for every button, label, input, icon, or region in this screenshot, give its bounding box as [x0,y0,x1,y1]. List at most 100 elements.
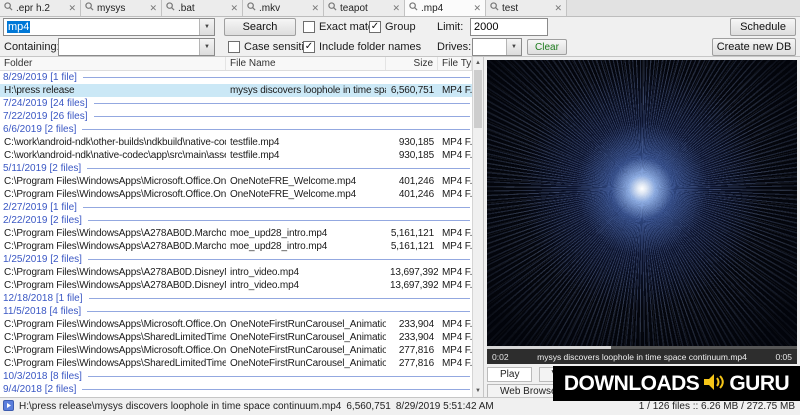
cell-folder: C:\Program Files\WindowsApps\SharedLimit… [4,332,226,343]
tab-bar: .epr h.2 ✕ mysys ✕ .bat ✕ .mkv ✕ teapot … [0,0,800,17]
cell-filename: intro_video.mp4 [230,267,299,278]
checkbox-box[interactable] [303,21,315,33]
tab-close-icon[interactable]: ✕ [554,3,562,13]
search-tab[interactable]: mysys ✕ [81,0,162,16]
cell-filetype: MP4 F... [442,241,472,252]
file-row[interactable]: C:\Program Files\WindowsApps\Microsoft.O… [0,318,472,331]
cell-folder: C:\Program Files\WindowsApps\A278AB0D.Di… [4,280,226,291]
search-tab-icon [409,2,418,14]
list-scrollbar[interactable]: ▲ ▼ [472,57,484,397]
search-tab[interactable]: .mp4 ✕ [405,0,486,16]
video-title: mysys discovers loophole in time space c… [537,351,747,362]
group-divider-line [82,207,470,208]
date-group-row[interactable]: 6/6/2019 [2 files] [0,123,472,136]
file-row[interactable]: C:\Program Files\WindowsApps\A278AB0D.Di… [0,279,472,292]
date-group-row[interactable]: 2/27/2019 [1 file] [0,201,472,214]
file-list-header: Folder File Name Size File Ty [0,57,472,71]
search-input[interactable]: mp4 ▼ [3,18,215,36]
scrollbar-thumb[interactable] [474,70,482,128]
tab-close-icon[interactable]: ✕ [392,3,400,13]
file-row[interactable]: C:\work\android-ndk\other-builds\ndkbuil… [0,136,472,149]
limit-input[interactable] [470,18,548,36]
include-folder-names-checkbox[interactable]: Include folder names [303,37,421,57]
cell-filename: OneNoteFirstRunCarousel_Animation1.mp4 [230,332,386,343]
file-row[interactable]: C:\Program Files\WindowsApps\Microsoft.O… [0,344,472,357]
cell-size: 6,560,751 [390,85,434,96]
group-divider-line [88,298,470,299]
tab-close-icon[interactable]: ✕ [311,3,319,13]
checkbox-box[interactable] [228,41,240,53]
column-header-filetype[interactable]: File Ty [438,57,472,70]
cell-filetype: MP4 F... [442,137,472,148]
toolbar-row-1: mp4 ▼ Search Exact match Group Limit: Sc… [0,17,800,37]
video-preview[interactable] [487,60,797,346]
column-header-folder[interactable]: Folder [0,57,226,70]
file-row[interactable]: C:\Program Files\WindowsApps\A278AB0D.Ma… [0,240,472,253]
group-divider-line [87,168,470,169]
chevron-down-icon[interactable]: ▼ [506,39,521,55]
cell-size: 5,161,121 [390,241,434,252]
chevron-down-icon[interactable]: ▼ [199,39,214,55]
search-tab[interactable]: teapot ✕ [324,0,405,16]
drives-select[interactable]: ▼ [472,38,522,56]
date-group-row[interactable]: 2/22/2019 [2 files] [0,214,472,227]
create-new-db-button[interactable]: Create new DB [712,38,796,56]
tab-close-icon[interactable]: ✕ [68,3,76,13]
checkbox-box[interactable] [369,21,381,33]
status-counts: 1 / 126 files :: 6.26 MB / 272.75 MB [638,401,795,412]
cell-filetype: MP4 F... [442,228,472,239]
date-group-row[interactable]: 8/29/2019 [1 file] [0,71,472,84]
containing-input[interactable]: ▼ [58,38,215,56]
watermark-text-guru: GURU [729,371,790,395]
file-row[interactable]: C:\Program Files\WindowsApps\A278AB0D.Di… [0,266,472,279]
status-file-size: 6,560,751 [346,401,391,412]
date-group-row[interactable]: 11/5/2018 [4 files] [0,305,472,318]
chevron-down-icon[interactable]: ▼ [199,19,214,35]
search-tab[interactable]: .bat ✕ [162,0,243,16]
tab-close-icon[interactable]: ✕ [230,3,238,13]
search-tab[interactable]: test ✕ [486,0,567,16]
search-tab-icon [166,2,175,14]
search-tab[interactable]: .epr h.2 ✕ [0,0,81,16]
column-header-size[interactable]: Size [386,57,438,70]
scroll-down-icon[interactable]: ▼ [473,385,483,397]
cell-filetype: MP4 F... [442,85,472,96]
search-button[interactable]: Search [224,18,296,36]
scroll-up-icon[interactable]: ▲ [473,57,483,69]
date-group-row[interactable]: 9/4/2018 [2 files] [0,383,472,396]
group-checkbox[interactable]: Group [369,17,416,37]
cell-filename: OneNoteFirstRunCarousel_Animation2.mp4 [230,345,386,356]
column-header-filename[interactable]: File Name [226,57,386,70]
file-row[interactable]: C:\Program Files\WindowsApps\Microsoft.O… [0,175,472,188]
file-row[interactable]: C:\Program Files\WindowsApps\SharedLimit… [0,331,472,344]
cell-filetype: MP4 F... [442,319,472,330]
video-duration: 0:05 [775,351,792,362]
tab-play[interactable]: Play [487,367,533,382]
file-row[interactable]: C:\work\android-ndk\native-codec\app\src… [0,149,472,162]
date-group-row[interactable]: 5/11/2019 [2 files] [0,162,472,175]
clear-button[interactable]: Clear [527,39,567,55]
cell-filename: OneNoteFirstRunCarousel_Animation1.mp4 [230,319,386,330]
file-row[interactable]: C:\Program Files\WindowsApps\A278AB0D.Ma… [0,227,472,240]
tab-close-icon[interactable]: ✕ [149,3,157,13]
date-group-row[interactable]: 1/25/2019 [2 files] [0,253,472,266]
search-tab[interactable]: .mkv ✕ [243,0,324,16]
group-divider-line [93,116,470,117]
tab-close-icon[interactable]: ✕ [473,3,481,13]
date-group-row[interactable]: 7/24/2019 [24 files] [0,97,472,110]
date-group-row[interactable]: 10/3/2018 [8 files] [0,370,472,383]
date-group-row[interactable]: 7/22/2019 [26 files] [0,110,472,123]
cell-folder: C:\Program Files\WindowsApps\Microsoft.O… [4,189,226,200]
date-group-row[interactable]: 12/18/2018 [1 file] [0,292,472,305]
file-row[interactable]: H:\press release mysys discovers loophol… [0,84,472,97]
status-file-date: 8/29/2019 5:51:42 AM [395,401,494,412]
cell-filetype: MP4 F... [442,345,472,356]
schedule-button[interactable]: Schedule [730,18,796,36]
search-tab-icon [328,2,337,14]
checkbox-box[interactable] [303,41,315,53]
file-row[interactable]: C:\Program Files\WindowsApps\SharedLimit… [0,357,472,370]
group-divider-line [87,311,470,312]
search-tab-icon [85,2,94,14]
file-row[interactable]: C:\Program Files\WindowsApps\Microsoft.O… [0,188,472,201]
cell-folder: H:\press release [4,85,75,96]
